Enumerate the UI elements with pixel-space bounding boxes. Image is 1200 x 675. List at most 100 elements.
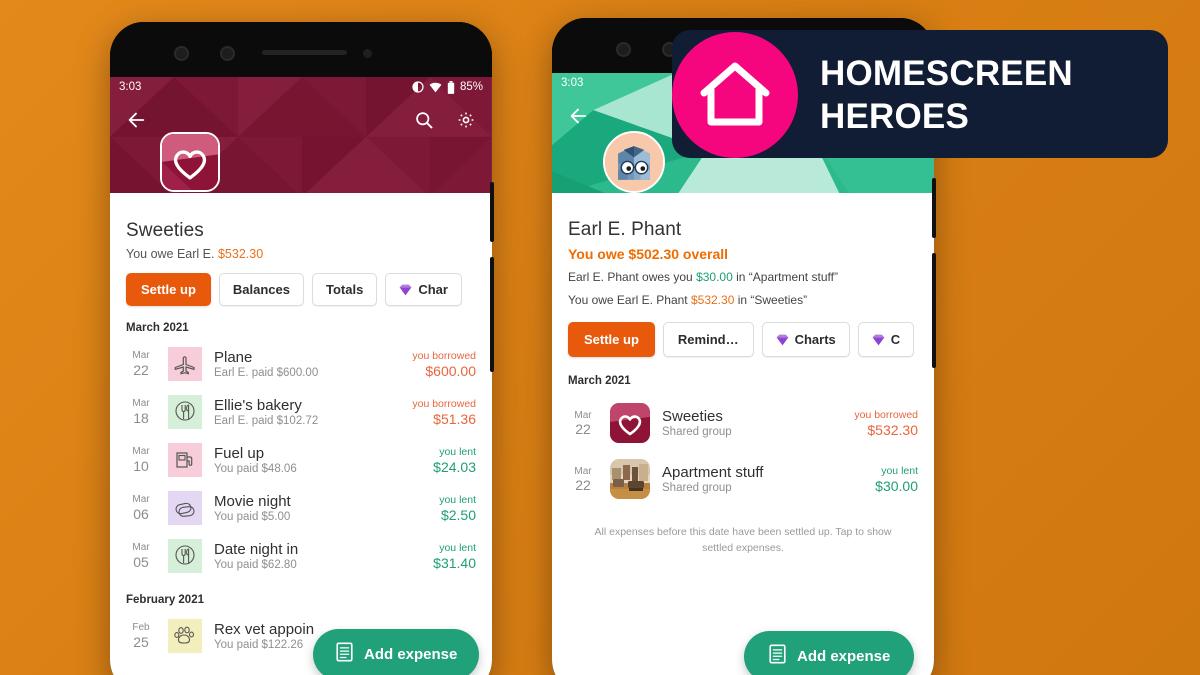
row-status: you borrowed <box>854 408 918 421</box>
row-status: you borrowed <box>412 397 476 410</box>
home-icon <box>700 62 770 126</box>
row-status: you lent <box>439 493 476 506</box>
settled-expenses-note[interactable]: All expenses before this date have been … <box>552 507 934 557</box>
table-row[interactable]: Mar 10 Fuel up You paid $48.06 you lent <box>110 436 492 484</box>
tab-totals[interactable]: Totals <box>312 273 378 306</box>
tab-label: Remind… <box>677 332 739 348</box>
tab-charts[interactable]: Char <box>385 273 462 306</box>
fuel-icon <box>168 443 202 477</box>
table-row[interactable]: Mar 06 Movie night You paid $5.00 you le… <box>110 484 492 532</box>
dining-icon <box>168 539 202 573</box>
row-date: Mar 22 <box>574 465 592 494</box>
detail-prefix: You owe Earl E. Phant <box>568 293 691 308</box>
back-arrow-icon[interactable] <box>124 108 148 132</box>
left-body: Sweeties You owe Earl E. $532.30 Settle … <box>110 193 492 660</box>
gear-icon[interactable] <box>454 108 478 132</box>
tab-label: Settle up <box>584 332 639 348</box>
section-header: March 2021 <box>126 322 189 334</box>
heart-group-icon <box>610 403 650 444</box>
detail-suffix: in “Apartment stuff” <box>732 270 838 284</box>
apartment-photo-icon <box>610 459 650 500</box>
camera-icon <box>220 46 235 61</box>
row-subtitle: You paid $5.00 <box>214 511 291 523</box>
badge-line-2: HEROES <box>820 97 970 136</box>
tab-label: Totals <box>326 282 364 297</box>
power-button[interactable] <box>932 253 936 368</box>
tab-settle-up[interactable]: Settle up <box>126 273 211 306</box>
homescreen-heroes-logo <box>672 32 798 158</box>
balance-detail: You owe Earl E. Phant $532.30 in “Sweeti… <box>568 292 918 308</box>
table-row[interactable]: Mar 22 Apartment stuff Shared group you … <box>552 451 934 507</box>
tab-charts-overflow[interactable]: C <box>857 322 915 358</box>
page-title: Earl E. Phant <box>568 219 682 240</box>
tab-charts[interactable]: Charts <box>761 322 850 358</box>
left-tab-chips: Settle up Balances Totals Char <box>110 261 492 306</box>
row-title: Apartment stuff <box>662 464 764 482</box>
row-amount: $600.00 <box>425 362 476 379</box>
row-title: Movie night <box>214 493 291 510</box>
left-nav-row <box>110 97 492 137</box>
tab-settle-up[interactable]: Settle up <box>568 322 655 358</box>
camera-icon <box>174 46 189 61</box>
balance-detail: Earl E. Phant owes you $30.00 in “Apartm… <box>568 269 918 285</box>
volume-button[interactable] <box>932 178 936 238</box>
fab-label: Add expense <box>797 648 891 665</box>
owed-summary: You owe Earl E. $532.30 <box>126 247 476 261</box>
table-row[interactable]: Mar 05 Date night in You paid $62.80 you… <box>110 532 492 580</box>
tab-label: Balances <box>232 282 290 297</box>
screenshot-canvas: 3:03 85% Sweeties You owe Earl E. $532.3… <box>0 0 1200 675</box>
row-date: Mar 18 <box>132 398 150 426</box>
right-body: Earl E. Phant You owe $502.30 overall Ea… <box>552 193 934 557</box>
group-avatar[interactable] <box>160 132 220 192</box>
tab-label: Char <box>418 282 448 297</box>
gem-icon <box>776 334 789 346</box>
row-subtitle: Shared group <box>662 482 732 495</box>
battery-icon <box>447 80 455 94</box>
speaker-grille <box>262 50 347 55</box>
row-status: you lent <box>439 445 476 458</box>
status-time: 3:03 <box>119 81 142 93</box>
detail-amount: $532.30 <box>690 293 735 308</box>
dining-icon <box>168 395 202 429</box>
search-icon[interactable] <box>412 108 436 132</box>
row-title: Ellie's bakery <box>214 397 302 414</box>
avatar[interactable] <box>603 131 665 193</box>
volume-button[interactable] <box>490 182 494 242</box>
row-date: Mar 22 <box>132 350 150 378</box>
row-subtitle: Earl E. paid $600.00 <box>214 367 319 379</box>
tab-label: C <box>890 332 901 348</box>
row-title: Date night in <box>214 541 299 558</box>
row-title: Sweeties <box>662 408 723 426</box>
section-header: February 2021 <box>126 594 204 606</box>
plane-icon <box>168 347 202 381</box>
person-avatar-icon <box>605 133 663 191</box>
back-arrow-icon[interactable] <box>566 104 590 128</box>
table-row[interactable]: Mar 18 Ellie's bakery Earl E. paid $102.… <box>110 388 492 436</box>
add-expense-fab[interactable]: Add expense <box>313 629 480 675</box>
row-subtitle: You paid $62.80 <box>214 559 297 571</box>
phone-left: 3:03 85% Sweeties You owe Earl E. $532.3… <box>110 22 494 675</box>
row-title: Plane <box>214 349 253 366</box>
detail-amount: $30.00 <box>696 270 733 284</box>
receipt-icon <box>768 644 787 669</box>
gem-icon <box>399 284 412 295</box>
row-amount: $30.00 <box>875 477 918 494</box>
detail-suffix: in “Sweeties” <box>734 293 808 308</box>
table-row[interactable]: Mar 22 Sweeties Shared group you borrowe… <box>552 395 934 451</box>
row-date: Mar 22 <box>574 409 592 438</box>
status-time: 3:03 <box>561 77 584 89</box>
row-date: Mar 10 <box>132 446 150 474</box>
row-amount: $51.36 <box>433 410 476 427</box>
left-app-header: 3:03 85% <box>110 77 492 193</box>
tab-label: Settle up <box>141 282 196 297</box>
add-expense-fab[interactable]: Add expense <box>744 631 915 675</box>
proximity-sensor-icon <box>363 49 372 58</box>
tab-balances[interactable]: Balances <box>218 273 304 306</box>
row-amount: $532.30 <box>867 421 918 438</box>
tab-label: Charts <box>794 332 836 348</box>
tab-remind[interactable]: Remind… <box>662 322 754 358</box>
table-row[interactable]: Mar 22 Plane Earl E. paid $600.00 you bo… <box>110 340 492 388</box>
paw-icon <box>168 619 202 653</box>
power-button[interactable] <box>490 257 494 372</box>
row-date: Mar 06 <box>132 494 150 522</box>
